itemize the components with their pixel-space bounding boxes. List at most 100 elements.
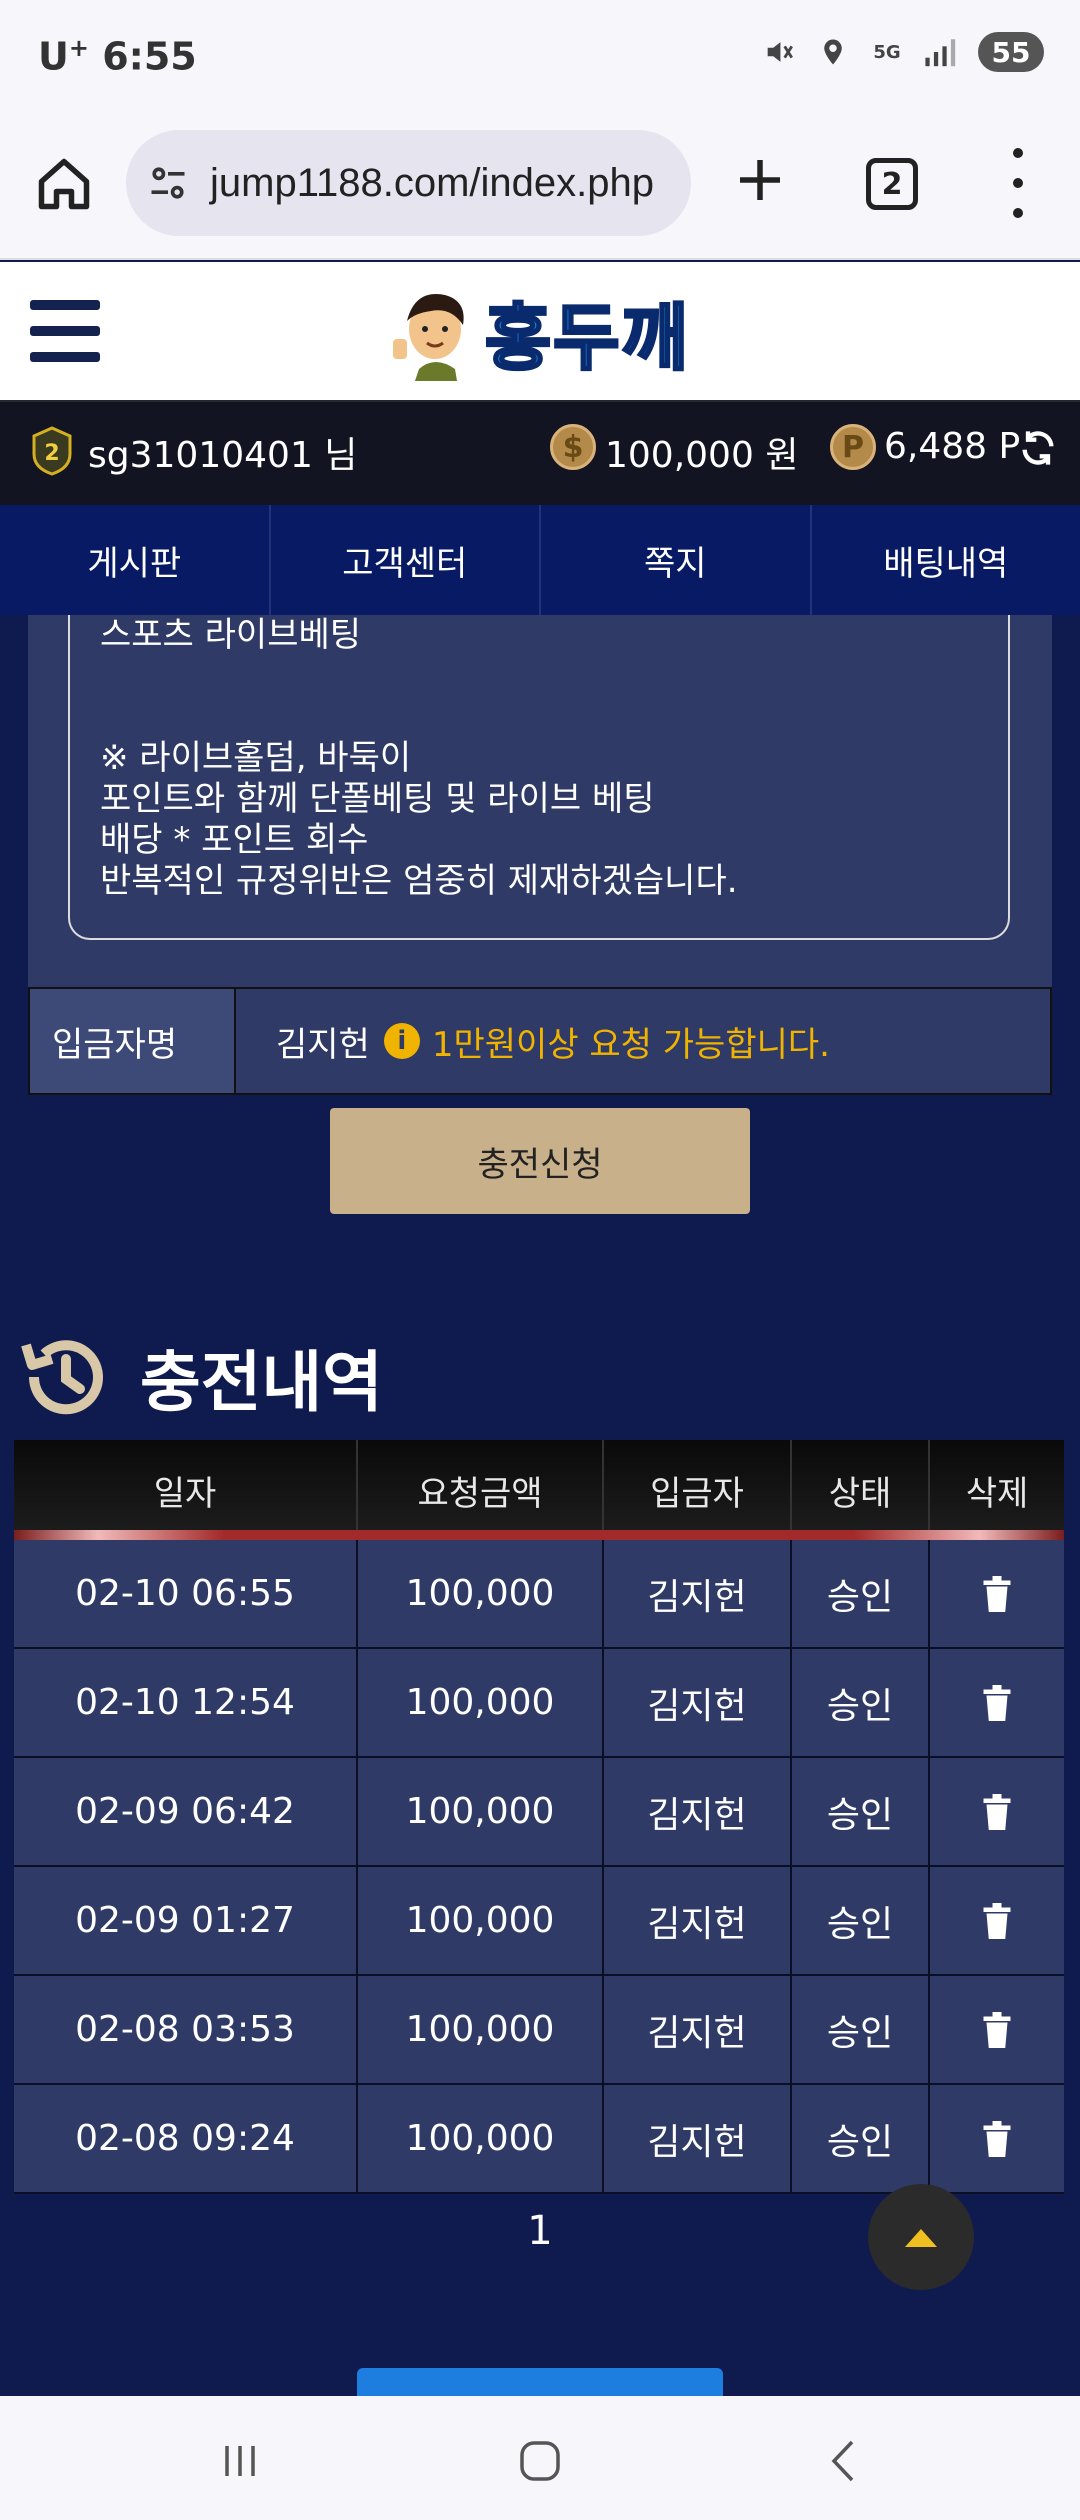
page-number[interactable]: 1 — [527, 2208, 552, 2254]
table-row: 02-08 09:24 100,000 김지헌 승인 — [14, 2085, 1064, 2194]
cell-amount: 100,000 — [358, 2085, 604, 2192]
cell-amount: 100,000 — [358, 1540, 604, 1647]
cell-amount: 100,000 — [358, 1649, 604, 1756]
trash-icon[interactable] — [930, 1867, 1064, 1974]
charge-panel: 스포츠 라이브베팅 ※ 라이브홀덤, 바둑이 포인트와 함께 단폴베팅 및 라이… — [28, 615, 1052, 987]
table-row: 02-10 12:54 100,000 김지헌 승인 — [14, 1649, 1064, 1758]
cell-amount: 100,000 — [358, 1867, 604, 1974]
table-row: 02-10 06:55 100,000 김지헌 승인 — [14, 1540, 1064, 1649]
cell-depositor: 김지헌 — [604, 2085, 792, 2192]
nav-board[interactable]: 게시판 — [0, 505, 271, 615]
nav-messages[interactable]: 쪽지 — [541, 505, 812, 615]
home-nav-icon[interactable] — [515, 2436, 565, 2486]
cell-depositor: 김지헌 — [604, 1867, 792, 1974]
tab-switcher-button[interactable]: 2 — [866, 158, 918, 210]
cell-status: 승인 — [792, 1976, 930, 2083]
site-settings-icon[interactable] — [146, 161, 190, 205]
trash-icon[interactable] — [930, 1976, 1064, 2083]
browser-toolbar: jump1188.com/index.php 2 — [0, 120, 1080, 260]
cell-status: 승인 — [792, 1540, 930, 1647]
svg-text:2: 2 — [44, 441, 59, 466]
notice-line: 스포츠 라이브베팅 — [100, 615, 362, 655]
point-balance: 6,488 P — [884, 426, 1021, 467]
col-date: 일자 — [14, 1440, 358, 1540]
col-amount: 요청금액 — [358, 1440, 604, 1540]
coin-icon: $ — [550, 424, 596, 470]
col-delete: 삭제 — [965, 1473, 1029, 1514]
cell-depositor: 김지헌 — [604, 1540, 792, 1647]
username[interactable]: sg31010401 님 — [88, 426, 357, 478]
trash-icon[interactable] — [930, 1758, 1064, 1865]
site-header: 홍두깨 — [0, 262, 1080, 402]
scroll-to-top-button[interactable] — [868, 2184, 974, 2290]
history-title: 충전내역 — [140, 1344, 383, 1421]
col-status: 상태 — [792, 1440, 930, 1540]
point-icon: P — [830, 424, 876, 470]
site-logo[interactable]: 홍두깨 — [385, 276, 695, 386]
status-bar: U+ 6:55 5G 55 — [0, 0, 1080, 120]
mute-icon — [762, 35, 796, 69]
logo-character-icon — [393, 294, 464, 381]
notice-line: 배당 * 포인트 회수 — [100, 820, 369, 860]
charge-history-table: 일자 요청금액 입금자 상태 삭제 02-10 06:55 100,000 김지… — [14, 1440, 1064, 2194]
cell-depositor: 김지헌 — [604, 1976, 792, 2083]
nav-customer-center[interactable]: 고객센터 — [271, 505, 541, 615]
user-info-bar: 2 sg31010401 님 $ 100,000 원 P 6,488 P — [0, 400, 1080, 505]
partially-visible-button[interactable] — [357, 2368, 723, 2398]
cell-depositor: 김지헌 — [604, 1649, 792, 1756]
system-navigation-bar — [0, 2396, 1080, 2520]
signal-icon — [924, 35, 958, 69]
depositor-label: 입금자명 — [30, 989, 236, 1093]
cell-date: 02-08 03:53 — [14, 1976, 358, 2083]
notice-line: ※ 라이브홀덤, 바둑이 — [100, 738, 412, 778]
cell-status: 승인 — [792, 1649, 930, 1756]
trash-icon[interactable] — [930, 1649, 1064, 1756]
trash-icon[interactable] — [930, 2085, 1064, 2192]
history-icon — [21, 1340, 103, 1415]
depositor-hint: 1만원이상 요청 가능합니다. — [431, 1024, 830, 1065]
info-icon: i — [383, 1023, 420, 1059]
cell-date: 02-10 12:54 — [14, 1649, 358, 1756]
cell-status: 승인 — [792, 2085, 930, 2192]
status-time: U+ 6:55 — [38, 34, 197, 79]
new-tab-icon[interactable] — [730, 150, 790, 210]
charge-request-button[interactable]: 충전신청 — [330, 1108, 750, 1214]
depositor-row: 입금자명 김지헌 i 1만원이상 요청 가능합니다. — [28, 987, 1052, 1095]
trash-icon[interactable] — [930, 1540, 1064, 1647]
cell-status: 승인 — [792, 1758, 930, 1865]
cell-depositor: 김지헌 — [604, 1758, 792, 1865]
url-text: jump1188.com/index.php — [210, 160, 654, 205]
chevron-up-icon — [905, 2229, 937, 2247]
hamburger-menu-icon[interactable] — [30, 300, 100, 362]
location-icon — [816, 35, 850, 69]
network-5g-icon: 5G — [873, 41, 901, 63]
nav-betting-history[interactable]: 배팅내역 — [812, 505, 1080, 615]
cell-date: 02-10 06:55 — [14, 1540, 358, 1647]
table-row: 02-09 06:42 100,000 김지헌 승인 — [14, 1758, 1064, 1867]
more-vert-icon[interactable] — [1000, 148, 1036, 218]
cell-status: 승인 — [792, 1867, 930, 1974]
battery-indicator: 55 — [978, 32, 1044, 72]
depositor-name: 김지헌 — [276, 1024, 370, 1065]
col-depositor: 입금자 — [604, 1440, 792, 1540]
url-bar[interactable]: jump1188.com/index.php — [126, 130, 691, 236]
home-icon[interactable] — [34, 154, 94, 214]
table-row: 02-09 01:27 100,000 김지헌 승인 — [14, 1867, 1064, 1976]
recent-apps-icon[interactable] — [215, 2436, 265, 2486]
cell-date: 02-09 01:27 — [14, 1867, 358, 1974]
money-balance: 100,000 원 — [605, 435, 799, 476]
notice-line: 반복적인 규정위반은 엄중히 제재하겠습니다. — [100, 861, 738, 901]
cell-amount: 100,000 — [358, 1976, 604, 2083]
refresh-icon[interactable] — [1018, 428, 1058, 468]
cell-date: 02-09 06:42 — [14, 1758, 358, 1865]
notice-line: 포인트와 함께 단폴베팅 및 라이브 베팅 — [100, 779, 655, 819]
logo-text: 홍두깨 — [484, 294, 690, 381]
table-row: 02-08 03:53 100,000 김지헌 승인 — [14, 1976, 1064, 2085]
table-header: 일자 요청금액 입금자 상태 삭제 — [14, 1440, 1064, 1540]
main-nav: 게시판 고객센터 쪽지 배팅내역 — [0, 505, 1080, 615]
history-section-title: 충전내역 — [14, 1322, 383, 1432]
cell-amount: 100,000 — [358, 1758, 604, 1865]
bonus-notice: 스포츠 라이브베팅 ※ 라이브홀덤, 바둑이 포인트와 함께 단폴베팅 및 라이… — [68, 615, 1010, 940]
back-icon[interactable] — [820, 2436, 870, 2486]
cell-date: 02-08 09:24 — [14, 2085, 358, 2192]
